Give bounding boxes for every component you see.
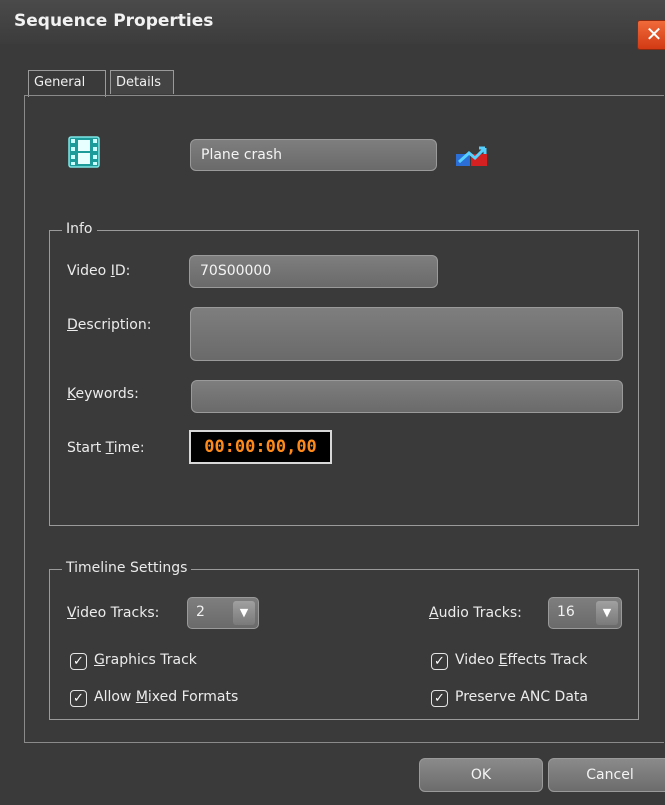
cancel-button[interactable]: Cancel [548,758,665,792]
description-label: Description: [67,317,152,333]
preserve-anc-data-label: Preserve ANC Data [455,689,588,705]
video-tracks-value: 2 [196,604,205,620]
check-icon[interactable]: ✓ [70,653,87,670]
allow-mixed-formats-label: Allow Mixed Formats [94,689,239,705]
preserve-anc-data-checkbox[interactable]: ✓ Preserve ANC Data [431,689,611,709]
ok-button[interactable]: OK [419,758,543,792]
title-bar: Sequence Properties [0,0,665,44]
video-tracks-dropdown[interactable]: 2 ▼ [187,597,259,629]
keywords-field[interactable] [191,380,623,413]
start-time-label: Start Time: [67,440,145,456]
video-id-field[interactable]: 70S00000 [189,255,438,288]
close-button[interactable]: ✕ [637,20,665,50]
keywords-label: Keywords: [67,386,139,402]
close-icon: ✕ [645,22,663,46]
chevron-down-icon[interactable]: ▼ [596,601,618,625]
graphics-track-label: Graphics Track [94,652,197,668]
start-time-timecode[interactable]: 00:00:00,00 [189,430,332,464]
tab-details[interactable]: Details [110,70,174,94]
tab-general[interactable]: General [28,70,106,97]
relink-icon[interactable] [455,144,489,168]
description-field[interactable] [190,307,623,361]
audio-tracks-label: Audio Tracks: [429,605,522,621]
film-strip-icon [68,136,100,168]
allow-mixed-formats-checkbox[interactable]: ✓ Allow Mixed Formats [70,689,270,709]
check-icon[interactable]: ✓ [431,690,448,707]
timeline-settings-legend: Timeline Settings [62,560,192,576]
graphics-track-checkbox[interactable]: ✓ Graphics Track [70,652,230,672]
video-id-label: Video ID: [67,263,131,279]
video-tracks-label: Video Tracks: [67,605,160,621]
info-legend: Info [62,221,97,237]
audio-tracks-value: 16 [557,604,575,620]
audio-tracks-dropdown[interactable]: 16 ▼ [548,597,622,629]
check-icon[interactable]: ✓ [70,690,87,707]
chevron-down-icon[interactable]: ▼ [233,601,255,625]
window-title: Sequence Properties [14,11,214,31]
video-effects-track-checkbox[interactable]: ✓ Video Effects Track [431,652,611,672]
check-icon[interactable]: ✓ [431,653,448,670]
video-effects-track-label: Video Effects Track [455,652,588,668]
sequence-name-field[interactable]: Plane crash [190,139,437,171]
